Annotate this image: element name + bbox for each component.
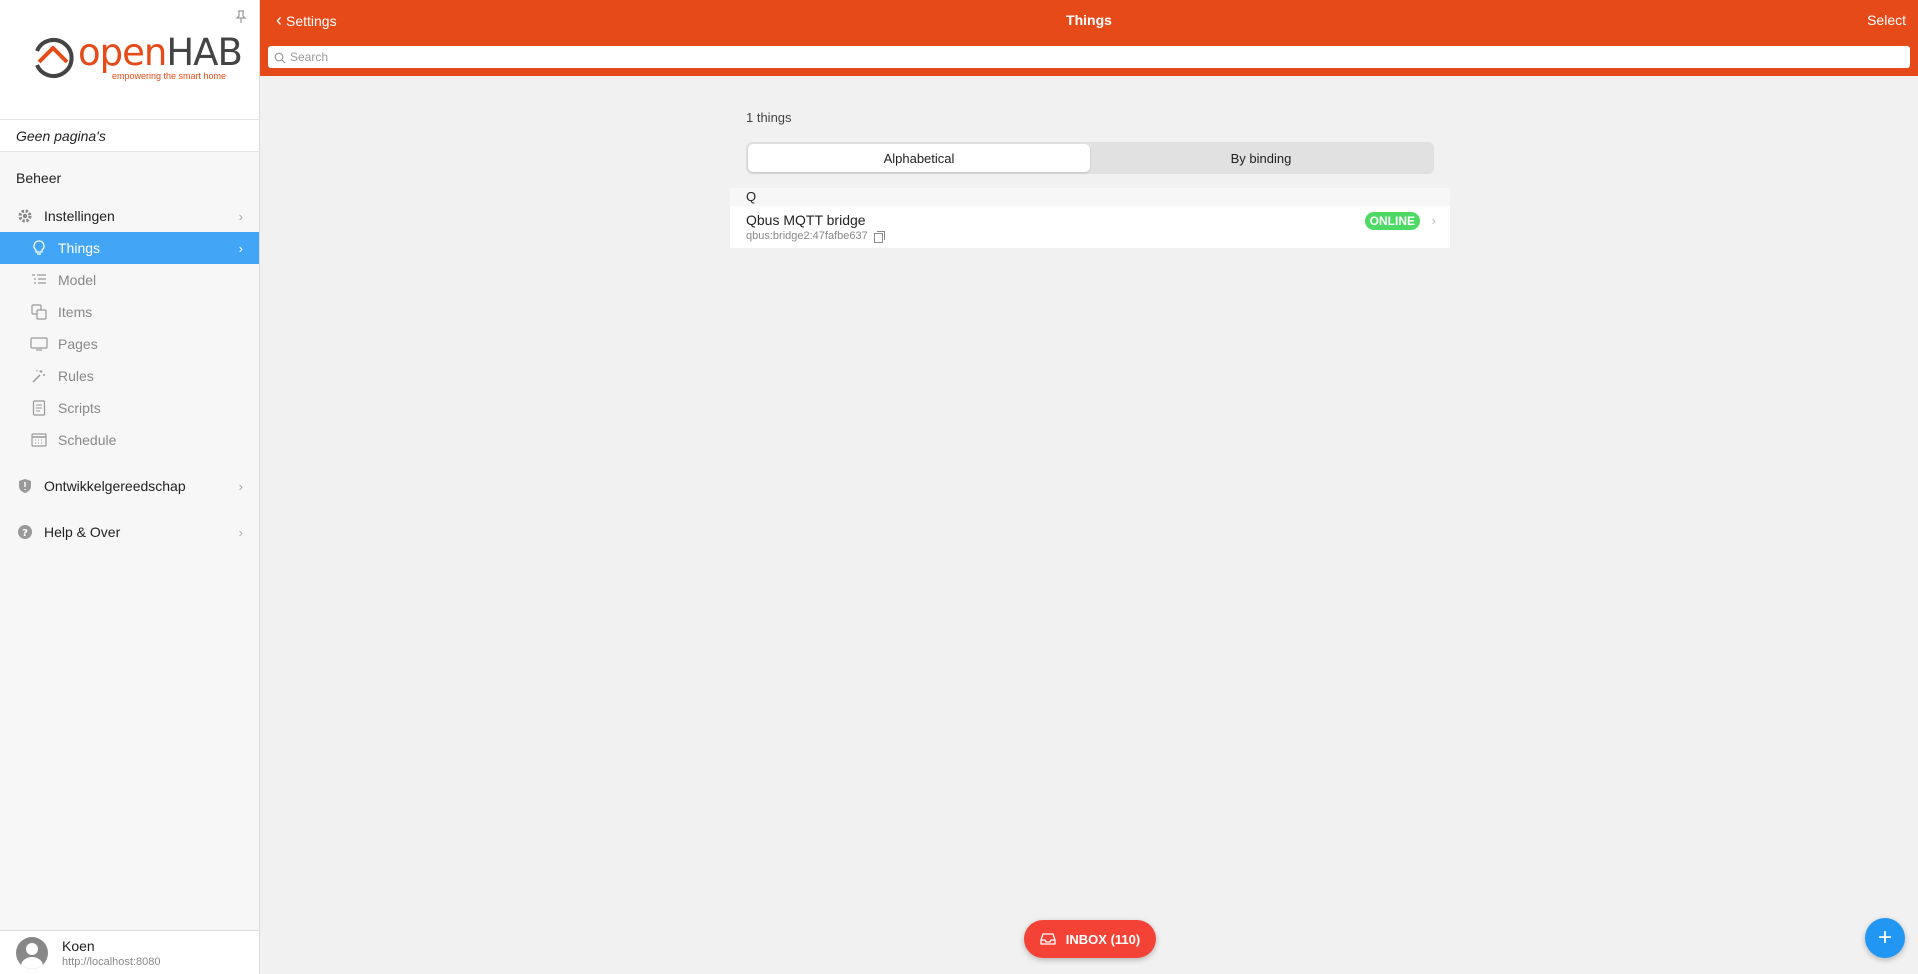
logo-word-open: open — [78, 31, 167, 74]
openhab-logo-icon — [35, 37, 74, 78]
chevron-right-icon: › — [238, 241, 243, 256]
sidebar-item-label: Schedule — [58, 432, 117, 448]
openhab-logo: openHAB empowering the smart home — [30, 31, 243, 81]
calendar-icon — [30, 431, 48, 449]
logo-area: openHAB empowering the smart home — [0, 0, 259, 120]
sidebar-item-help-over[interactable]: ? Help & Over › — [0, 516, 259, 548]
chevron-right-icon: › — [238, 479, 243, 494]
list-group-header: Q — [730, 188, 1450, 206]
avatar — [16, 936, 48, 969]
logo-tagline: empowering the smart home — [112, 71, 227, 81]
thing-uid-text: qbus:bridge2:47fafbe637 — [746, 230, 868, 242]
chevron-right-icon: › — [238, 209, 243, 224]
user-name: Koen — [62, 937, 95, 954]
sidebar-item-scripts[interactable]: Scripts — [0, 392, 259, 424]
sort-segmented-control: Alphabetical By binding — [746, 142, 1434, 174]
logo-word-hab: HAB — [166, 31, 243, 74]
sidebar-item-items[interactable]: Items — [0, 296, 259, 328]
chevron-right-icon: › — [238, 525, 243, 540]
sidebar-item-label: Pages — [58, 336, 98, 352]
search-icon — [274, 51, 286, 64]
user-profile[interactable]: Koen http://localhost:8080 — [0, 930, 259, 974]
sidebar: openHAB empowering the smart home Geen p… — [0, 0, 260, 974]
chevron-right-icon: › — [1431, 213, 1436, 228]
wand-icon — [30, 367, 48, 385]
items-squares-icon — [30, 303, 48, 321]
sidebar-item-label: Model — [58, 272, 97, 288]
thing-uid: qbus:bridge2:47fafbe637 — [746, 230, 885, 243]
sidebar-item-label: Rules — [58, 368, 94, 384]
gear-icon — [16, 207, 34, 225]
main-content: 1 things Alphabetical By binding Q Qbus … — [260, 76, 1918, 974]
sidebar-item-label: Help & Over — [44, 524, 121, 540]
pin-icon[interactable] — [235, 10, 249, 24]
sidebar-item-ontwikkelgereedschap[interactable]: Ontwikkelgereedschap › — [0, 470, 259, 502]
inbox-tray-icon — [1040, 933, 1056, 945]
sidebar-item-schedule[interactable]: Schedule — [0, 424, 259, 456]
thing-title: Qbus MQTT bridge — [746, 212, 866, 228]
sidebar-item-model[interactable]: Model — [0, 264, 259, 296]
help-circle-icon: ? — [16, 523, 34, 541]
top-navbar: ‹ Settings Things Select — [260, 0, 1918, 76]
sidebar-item-label: Ontwikkelgereedschap — [44, 478, 186, 494]
search-input[interactable] — [290, 50, 1890, 64]
user-server-url: http://localhost:8080 — [62, 955, 161, 968]
segment-by-binding[interactable]: By binding — [1090, 144, 1432, 172]
inbox-button[interactable]: INBOX (110) — [1024, 920, 1156, 958]
sidebar-item-label: Things — [58, 240, 101, 256]
no-pages-label: Geen pagina's — [0, 120, 259, 152]
sidebar-item-label: Scripts — [58, 400, 101, 416]
status-badge: ONLINE — [1364, 212, 1420, 230]
things-count: 1 things — [746, 110, 792, 125]
sidebar-item-pages[interactable]: Pages — [0, 328, 259, 360]
script-document-icon — [30, 399, 48, 417]
page-title: Things — [1066, 12, 1112, 28]
sidebar-item-rules[interactable]: Rules — [0, 360, 259, 392]
shield-icon — [16, 477, 34, 495]
things-list: Q Qbus MQTT bridge qbus:bridge2:47fafbe6… — [730, 188, 1450, 248]
plus-icon: + — [1877, 924, 1892, 951]
sidebar-item-things[interactable]: Things › — [0, 232, 259, 264]
sidebar-item-label: Items — [58, 304, 93, 320]
search-bar — [268, 46, 1910, 68]
model-list-icon — [30, 271, 48, 289]
sidebar-item-instellingen[interactable]: Instellingen › — [0, 200, 259, 232]
inbox-button-label: INBOX (110) — [1065, 931, 1141, 947]
svg-text:?: ? — [22, 528, 28, 539]
copy-icon[interactable] — [873, 231, 885, 243]
add-thing-button[interactable]: + — [1865, 918, 1905, 958]
lightbulb-icon — [30, 239, 48, 257]
sidebar-item-label: Instellingen — [44, 208, 115, 224]
segment-alphabetical[interactable]: Alphabetical — [748, 144, 1090, 172]
monitor-icon — [30, 335, 48, 353]
select-button[interactable]: Select — [1867, 12, 1906, 28]
list-item[interactable]: Qbus MQTT bridge qbus:bridge2:47fafbe637… — [730, 206, 1450, 248]
section-title-beheer: Beheer — [16, 170, 62, 186]
